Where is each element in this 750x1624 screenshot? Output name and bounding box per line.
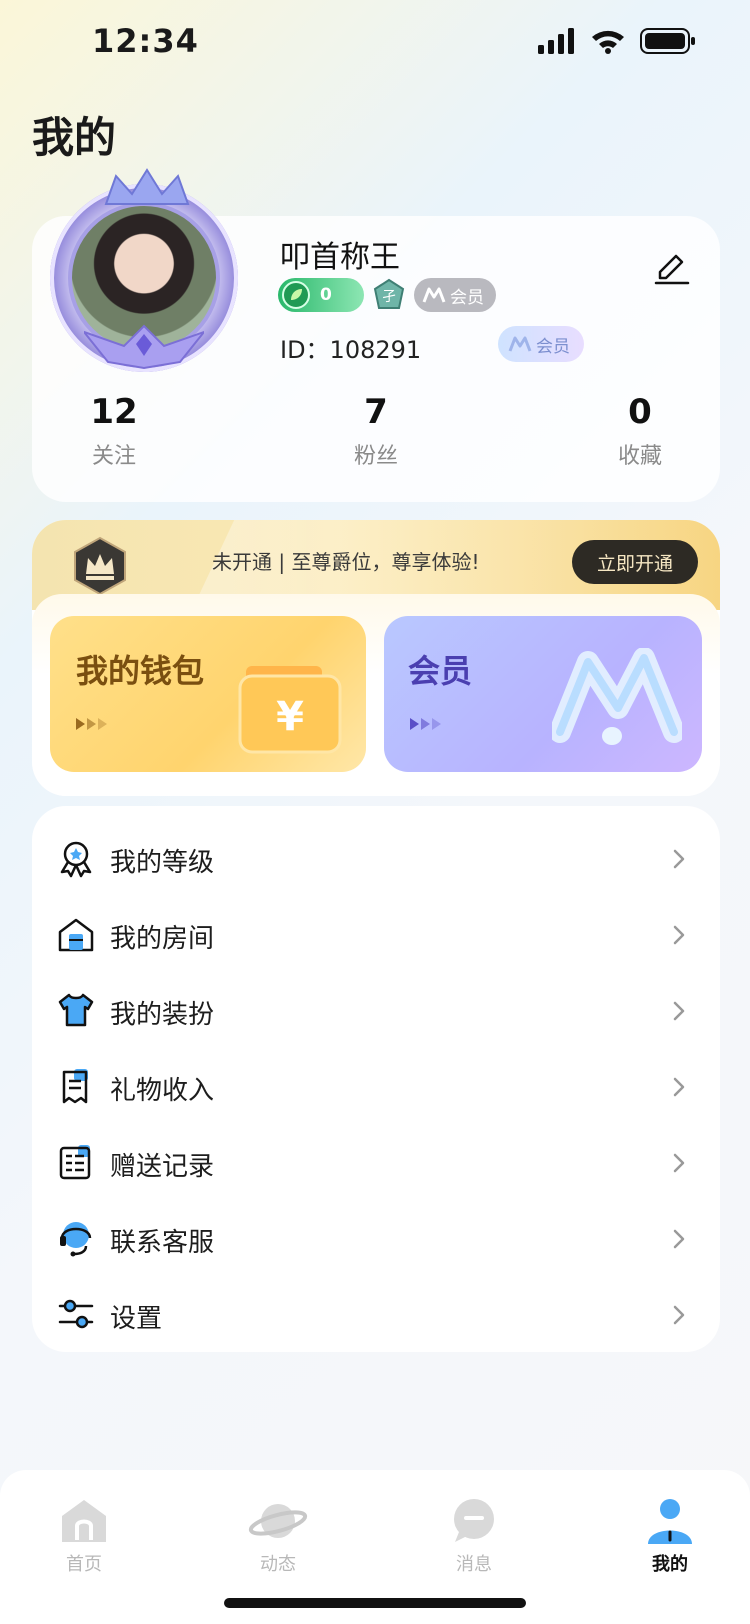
chevron-right-icon — [673, 1153, 685, 1173]
member-title: 会员 — [408, 652, 473, 690]
wifi-icon — [592, 30, 624, 54]
nav-home[interactable]: 首页 — [24, 1488, 144, 1576]
home-icon — [62, 1500, 106, 1542]
user-id: ID：108291 — [280, 336, 422, 364]
stat-label: 粉丝 — [353, 444, 398, 469]
menu-item-label: 礼物收入 — [110, 1076, 215, 1106]
username: 叩首称王 — [280, 240, 400, 275]
nav-mine[interactable]: 我的 — [610, 1488, 730, 1576]
page-title: 我的 — [32, 113, 117, 162]
stat-label: 关注 — [91, 444, 136, 469]
vip-pill-gray-label: 会员 — [450, 287, 484, 308]
record-list-icon — [59, 1145, 91, 1180]
gem-badge-icon: 孑 — [373, 278, 405, 309]
person-icon — [648, 1499, 692, 1544]
member-card[interactable]: 会员 — [384, 616, 702, 772]
open-vip-button[interactable]: 立即开通 — [572, 540, 698, 584]
crown-icon — [74, 536, 126, 596]
menu-item-label: 我的等级 — [110, 848, 215, 878]
menu-item-label: 赠送记录 — [110, 1152, 215, 1182]
nav-moments[interactable]: 动态 — [218, 1488, 338, 1576]
menu-item-outfit[interactable]: 我的装扮 — [32, 972, 720, 1048]
wallet-title: 我的钱包 — [76, 652, 205, 690]
menu-item-label: 联系客服 — [110, 1228, 215, 1258]
menu-item-label: 我的房间 — [110, 924, 215, 954]
level-badge[interactable]: 0 — [278, 278, 364, 312]
stat-favorites[interactable]: 0 收藏 — [570, 392, 710, 470]
menu-item-label: 设置 — [110, 1304, 163, 1334]
chevron-right-icon — [673, 1077, 685, 1097]
vip-strip-text: 未开通 | 至尊爵位，尊享体验! — [212, 550, 480, 574]
headset-icon — [60, 1222, 92, 1257]
shirt-icon — [58, 993, 94, 1027]
arrows-icon — [76, 718, 107, 730]
avatar-ornament-icon — [84, 324, 204, 370]
wallet-card[interactable]: 我的钱包 ¥ — [50, 616, 366, 772]
menu-item-room[interactable]: 我的房间 — [32, 896, 720, 972]
menu-item-label: 我的装扮 — [110, 1000, 215, 1030]
nav-label: 我的 — [652, 1554, 688, 1575]
stat-following[interactable]: 12 关注 — [44, 392, 184, 470]
vip-pill-gray[interactable]: 会员 — [414, 278, 496, 312]
planet-icon — [248, 1504, 308, 1538]
badge-row: 0 孑 会员 — [278, 278, 496, 312]
status-time: 12:34 — [92, 22, 199, 60]
rank-badge-icon — [60, 841, 92, 878]
message-bubble-icon — [454, 1499, 494, 1542]
member-logo-icon — [552, 648, 682, 745]
nav-label: 首页 — [66, 1554, 102, 1575]
chevron-right-icon — [673, 1305, 685, 1325]
svg-text:¥: ¥ — [276, 694, 304, 740]
svg-text:孑: 孑 — [382, 289, 396, 305]
vip-section: 未开通 | 至尊爵位，尊享体验! 立即开通 我的钱包 ¥ 会员 — [32, 520, 720, 796]
wallet-icon: ¥ — [238, 666, 342, 754]
stat-label: 收藏 — [617, 444, 662, 469]
signal-icon — [538, 28, 574, 54]
home-indicator — [224, 1598, 526, 1608]
vip-pill-blue[interactable]: 会员 — [498, 326, 584, 362]
chevron-right-icon — [673, 925, 685, 945]
room-icon — [58, 918, 94, 952]
wallet-area: 我的钱包 ¥ 会员 — [32, 594, 720, 796]
settings-sliders-icon — [58, 1299, 94, 1329]
battery-icon — [640, 28, 695, 54]
edit-profile-icon[interactable] — [652, 246, 692, 286]
menu-item-gift-record[interactable]: 赠送记录 — [32, 1124, 720, 1200]
avatar-crown-icon — [104, 168, 190, 205]
stat-fans[interactable]: 7 粉丝 — [306, 392, 446, 470]
menu-item-level[interactable]: 我的等级 — [32, 820, 720, 896]
leaf-icon — [282, 281, 310, 309]
menu-item-support[interactable]: 联系客服 — [32, 1200, 720, 1276]
nav-label: 消息 — [456, 1554, 492, 1575]
status-bar: 12:34 — [0, 0, 750, 88]
level-badge-value: 0 — [320, 285, 332, 305]
menu-list: 我的等级 我的房间 我的装扮 礼物收入 赠送记录 联系客服 设置 — [32, 806, 720, 1352]
menu-item-settings[interactable]: 设置 — [32, 1276, 720, 1352]
vip-pill-blue-label: 会员 — [536, 336, 570, 357]
vip-logo-icon — [508, 336, 532, 352]
chevron-right-icon — [673, 849, 685, 869]
status-icons — [538, 28, 696, 54]
receipt-icon — [62, 1069, 88, 1104]
stat-value: 0 — [628, 392, 652, 432]
menu-item-gift-income[interactable]: 礼物收入 — [32, 1048, 720, 1124]
avatar[interactable] — [44, 168, 244, 372]
stat-value: 12 — [90, 392, 138, 432]
nav-messages[interactable]: 消息 — [414, 1488, 534, 1576]
chevron-right-icon — [673, 1229, 685, 1249]
vip-logo-icon — [422, 287, 446, 303]
chevron-right-icon — [673, 1001, 685, 1021]
nav-label: 动态 — [260, 1554, 296, 1575]
arrows-icon — [410, 718, 441, 730]
stat-value: 7 — [364, 392, 388, 432]
